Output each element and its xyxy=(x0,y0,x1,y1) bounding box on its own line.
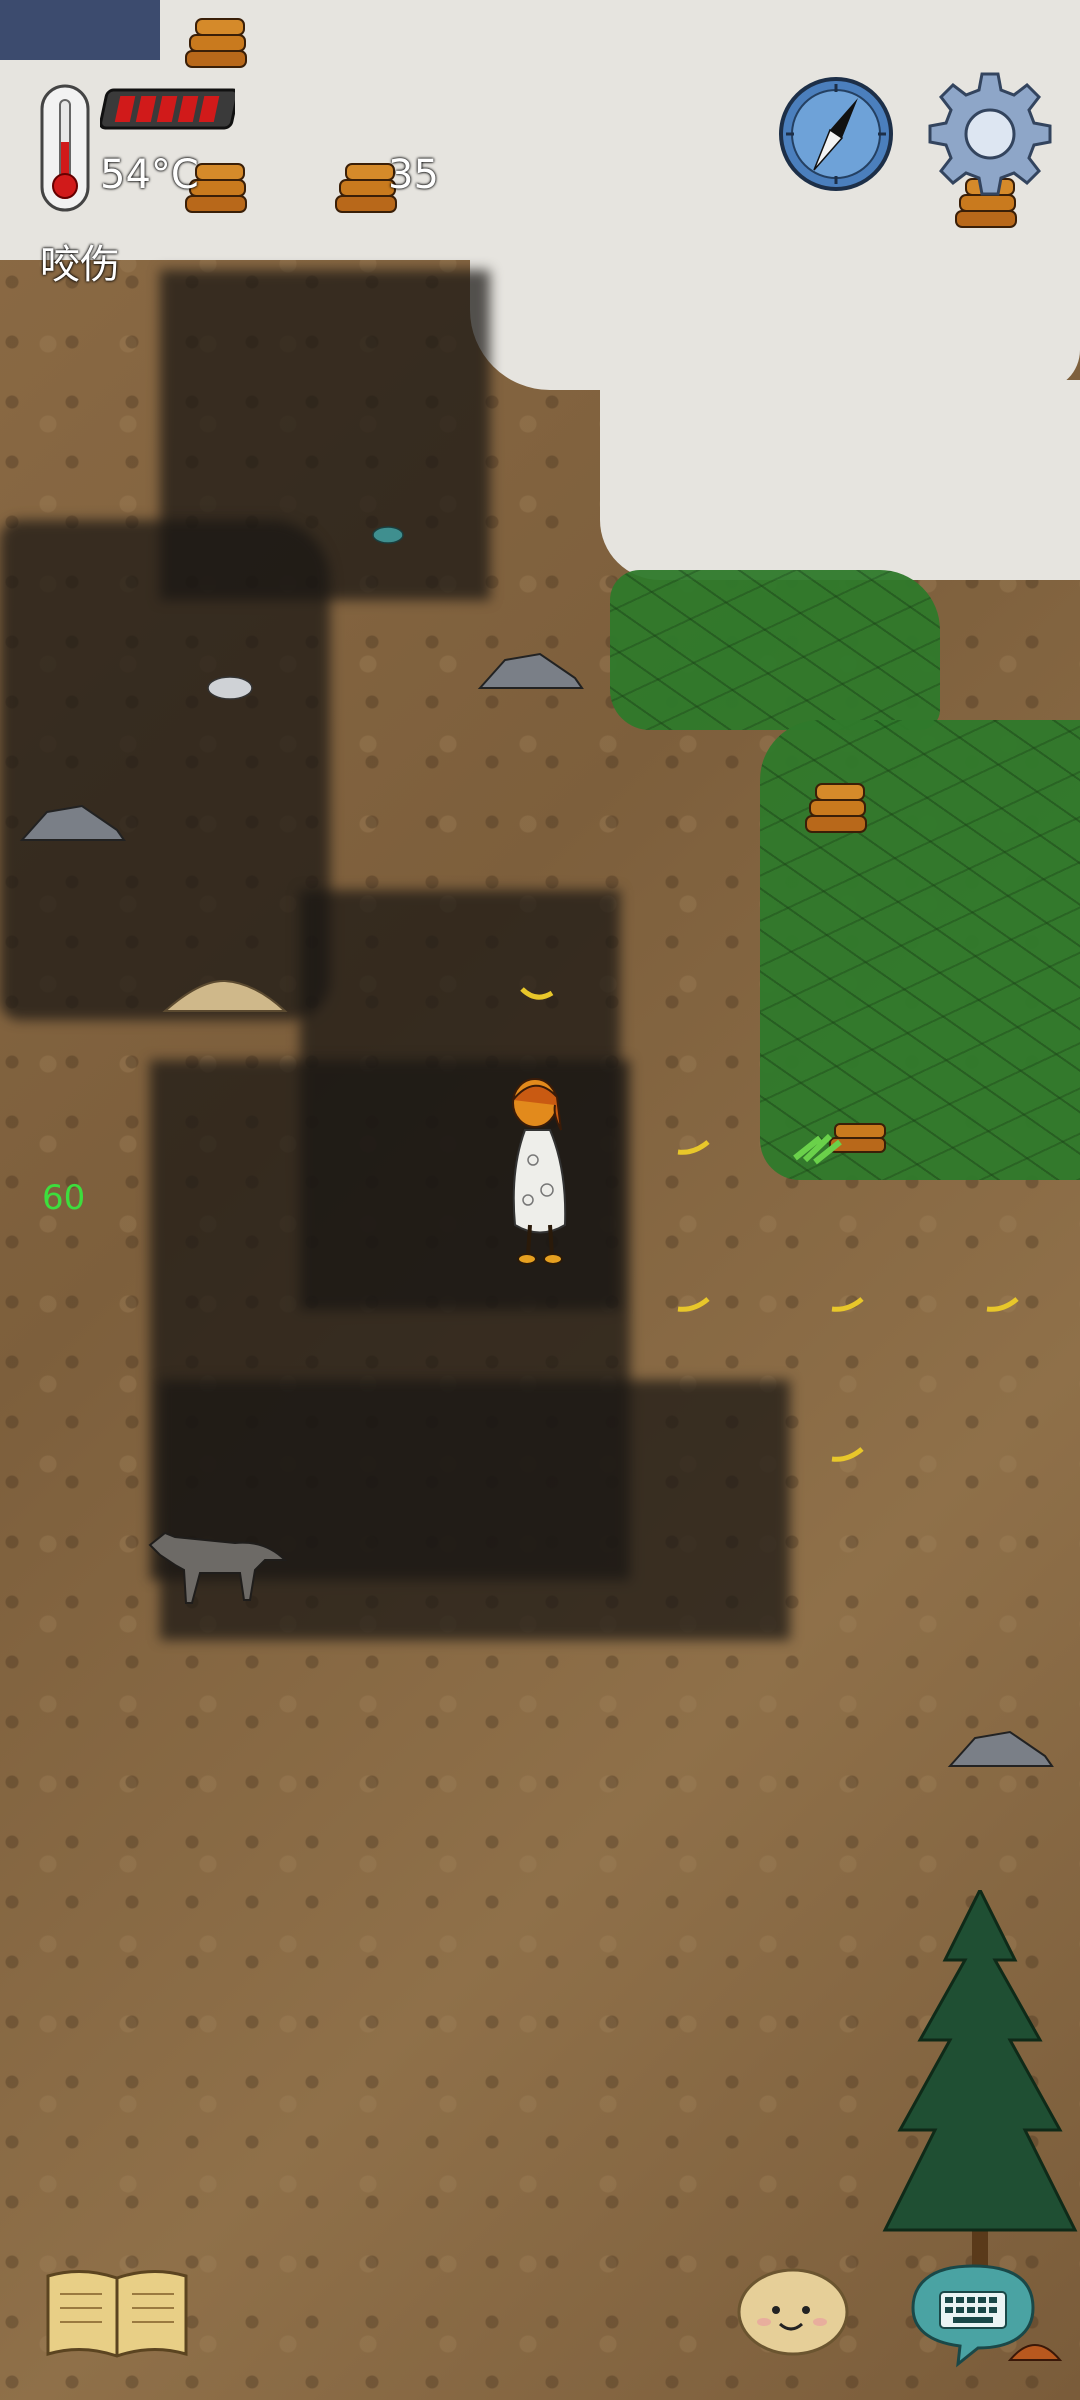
gear-icon[interactable] xyxy=(926,70,1054,198)
unexplored-paper-area xyxy=(0,0,1080,260)
log-pile[interactable] xyxy=(180,5,260,75)
banana[interactable] xyxy=(985,1297,1019,1315)
compass-icon[interactable] xyxy=(776,74,896,194)
rock[interactable] xyxy=(470,648,590,692)
health-bar xyxy=(100,88,235,130)
unexplored-paper-area xyxy=(0,0,160,60)
player-character[interactable] xyxy=(495,1075,585,1280)
smiley-face-icon[interactable] xyxy=(734,2262,852,2358)
banana[interactable] xyxy=(520,985,554,1003)
grass-patch xyxy=(610,570,940,730)
thermometer-icon xyxy=(40,84,90,212)
pine-tree[interactable] xyxy=(880,1890,1080,2290)
small-stone[interactable] xyxy=(205,672,255,702)
open-book-icon[interactable] xyxy=(42,2262,192,2362)
log-pile[interactable] xyxy=(800,770,880,840)
banana[interactable] xyxy=(830,1447,864,1465)
unexplored-paper-area xyxy=(470,250,1080,390)
banana[interactable] xyxy=(830,1297,864,1315)
flint-stone[interactable] xyxy=(370,524,406,546)
keyboard-chat-icon[interactable] xyxy=(908,2258,1038,2368)
status-effect-label: 咬伤 xyxy=(40,242,120,288)
log-with-plant[interactable] xyxy=(790,1108,900,1168)
game-world[interactable]: 60 xyxy=(0,0,1080,2400)
unexplored-paper-area xyxy=(600,380,1080,580)
rock[interactable] xyxy=(12,800,132,844)
sand-pile[interactable] xyxy=(160,975,290,1015)
floating-number: 60 xyxy=(42,1178,86,1218)
temperature-readout: 54°C xyxy=(100,152,199,198)
fog-patch xyxy=(0,520,330,1020)
banana[interactable] xyxy=(676,1140,710,1158)
wolf-enemy[interactable] xyxy=(140,1515,290,1610)
rock[interactable] xyxy=(940,1726,1060,1770)
banana[interactable] xyxy=(676,1297,710,1315)
wood-count: 35 xyxy=(388,152,439,198)
